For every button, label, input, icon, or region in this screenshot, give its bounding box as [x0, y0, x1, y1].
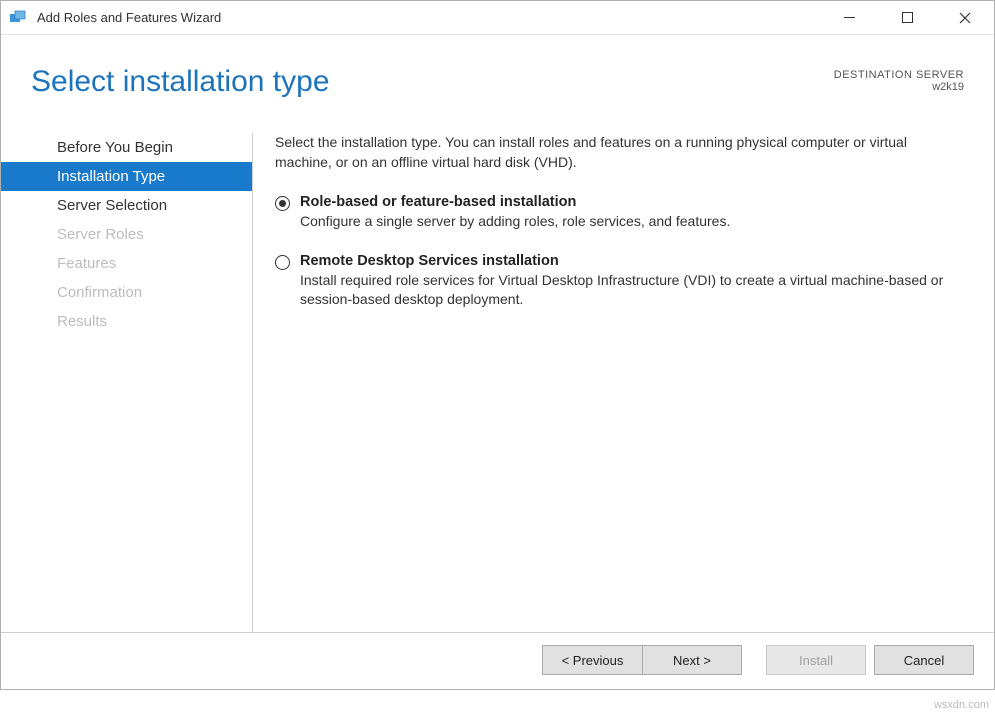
step-server-roles: Server Roles — [1, 220, 252, 249]
page-title: Select installation type — [31, 65, 834, 99]
watermark: wsxdn.com — [934, 699, 989, 711]
window-controls — [820, 1, 994, 34]
step-results: Results — [1, 307, 252, 336]
next-button[interactable]: Next > — [642, 645, 742, 675]
step-server-selection[interactable]: Server Selection — [1, 191, 252, 220]
titlebar: Add Roles and Features Wizard — [1, 1, 994, 35]
install-button: Install — [766, 645, 866, 675]
main-panel: Select the installation type. You can in… — [253, 133, 994, 632]
footer: < Previous Next > Install Cancel — [1, 632, 994, 689]
option-title: Role-based or feature-based installation — [300, 194, 964, 210]
destination-label: DESTINATION SERVER — [834, 69, 964, 81]
destination-block: DESTINATION SERVER w2k19 — [834, 69, 964, 93]
radio-role-based[interactable] — [275, 196, 290, 211]
option-rds[interactable]: Remote Desktop Services installation Ins… — [275, 253, 964, 309]
content: Before You Begin Installation Type Serve… — [1, 109, 994, 632]
cancel-button[interactable]: Cancel — [874, 645, 974, 675]
wizard-window: Add Roles and Features Wizard Select ins… — [0, 0, 995, 690]
step-installation-type[interactable]: Installation Type — [1, 162, 252, 191]
option-description: Install required role services for Virtu… — [300, 271, 964, 309]
intro-text: Select the installation type. You can in… — [275, 133, 964, 172]
step-features: Features — [1, 249, 252, 278]
step-before-you-begin[interactable]: Before You Begin — [1, 133, 252, 162]
window-title: Add Roles and Features Wizard — [37, 10, 820, 25]
step-confirmation: Confirmation — [1, 278, 252, 307]
minimize-button[interactable] — [820, 1, 878, 34]
option-description: Configure a single server by adding role… — [300, 212, 964, 231]
maximize-button[interactable] — [878, 1, 936, 34]
previous-button[interactable]: < Previous — [542, 645, 642, 675]
header: Select installation type DESTINATION SER… — [1, 35, 994, 109]
destination-server: w2k19 — [834, 81, 964, 93]
radio-rds[interactable] — [275, 255, 290, 270]
option-role-based[interactable]: Role-based or feature-based installation… — [275, 194, 964, 231]
option-title: Remote Desktop Services installation — [300, 253, 964, 269]
close-button[interactable] — [936, 1, 994, 34]
app-icon — [9, 9, 27, 27]
sidebar: Before You Begin Installation Type Serve… — [1, 133, 253, 632]
